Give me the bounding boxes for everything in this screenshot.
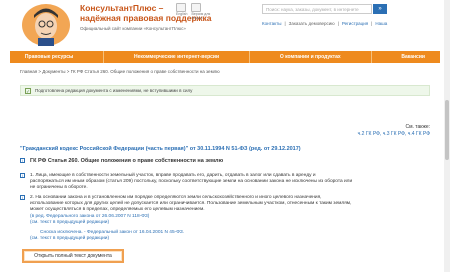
paragraph-3: Сноска исключена. - Федеральный закон от…	[30, 230, 400, 242]
print-version-link[interactable]: Версия для печати	[191, 3, 210, 20]
main-nav: Правовые ресурсы Некоммерческие интернет…	[10, 51, 440, 63]
header-links: Контакты | Заказать демоверсию | Регистр…	[262, 21, 387, 26]
english-link[interactable]: English	[176, 3, 187, 20]
nav-about[interactable]: О компании и продуктах	[280, 54, 341, 60]
nav-divider	[248, 51, 250, 63]
paragraph-2: 2. На основании закона и в установленном…	[30, 195, 420, 226]
p1-line3: не ограничены в обороте.	[30, 185, 88, 191]
site-header: КонсультантПлюс – надёжная правовая подд…	[0, 0, 450, 50]
scrollbar[interactable]	[444, 0, 450, 272]
order-demo-link[interactable]: Заказать демоверсию	[289, 21, 335, 26]
see-also-links[interactable]: ч.2 ГК РФ, ч.3 ГК РФ, ч.4 ГК РФ	[358, 131, 430, 137]
register-link[interactable]: Регистрация	[342, 21, 368, 26]
nav-legal-resources[interactable]: Правовые ресурсы	[25, 54, 73, 60]
nav-divider	[370, 51, 372, 63]
version-marker-icon[interactable]: i	[20, 195, 25, 200]
breadcrumb[interactable]: Главная > Документы > ГК РФ Статья 260. …	[20, 69, 220, 74]
printer-icon	[191, 3, 202, 12]
version-marker-icon[interactable]: i	[20, 173, 25, 178]
paragraph-1: 1. Лица, имеющие в собственности земельн…	[30, 173, 420, 192]
our-link[interactable]: Наша	[375, 21, 387, 26]
header-sep-3: |	[371, 21, 373, 26]
article-title: ГК РФ Статья 260. Общие положения о прав…	[30, 158, 224, 164]
open-full-text-button-frame: Открыть полный текст документа	[22, 249, 124, 263]
checkbox-icon: ✓	[25, 88, 31, 94]
edition-notice: ✓ Подготовлена редакция документа с изме…	[20, 85, 430, 96]
nav-vacancies[interactable]: Вакансии	[401, 54, 425, 60]
english-label: English	[176, 12, 188, 16]
print-label: печати	[191, 16, 203, 20]
scrollbar-thumb[interactable]	[445, 100, 449, 160]
header-sep-2: |	[337, 21, 339, 26]
nav-noncommercial[interactable]: Некоммерческие интернет-версии	[134, 54, 219, 60]
p2-prev-edition-link[interactable]: (см. текст в предыдущей редакции)	[30, 220, 420, 226]
document-title[interactable]: "Гражданский кодекс Российской Федерации…	[20, 146, 301, 152]
globe-icon	[176, 3, 186, 12]
brand-subtitle: Официальный сайт компании «КонсультантПл…	[80, 26, 186, 31]
nav-divider	[103, 51, 105, 63]
mascot-logo-icon[interactable]	[20, 2, 72, 48]
see-also-label: См. также:	[405, 124, 430, 130]
open-full-text-button[interactable]: Открыть полный текст документа	[25, 252, 121, 260]
search-button[interactable]: »	[373, 4, 387, 14]
header-sep-1: |	[284, 21, 286, 26]
contacts-link[interactable]: Контакты	[262, 21, 281, 26]
top-icons: English Версия для печати	[176, 3, 210, 20]
notice-text: Подготовлена редакция документа с измене…	[35, 88, 193, 93]
p3-prev-edition-link[interactable]: (см. текст в предыдущей редакции)	[30, 236, 400, 242]
version-marker-icon[interactable]: i	[20, 158, 25, 163]
search-input[interactable]: Поиск: наука, заказы, документ, в интерн…	[262, 4, 372, 14]
